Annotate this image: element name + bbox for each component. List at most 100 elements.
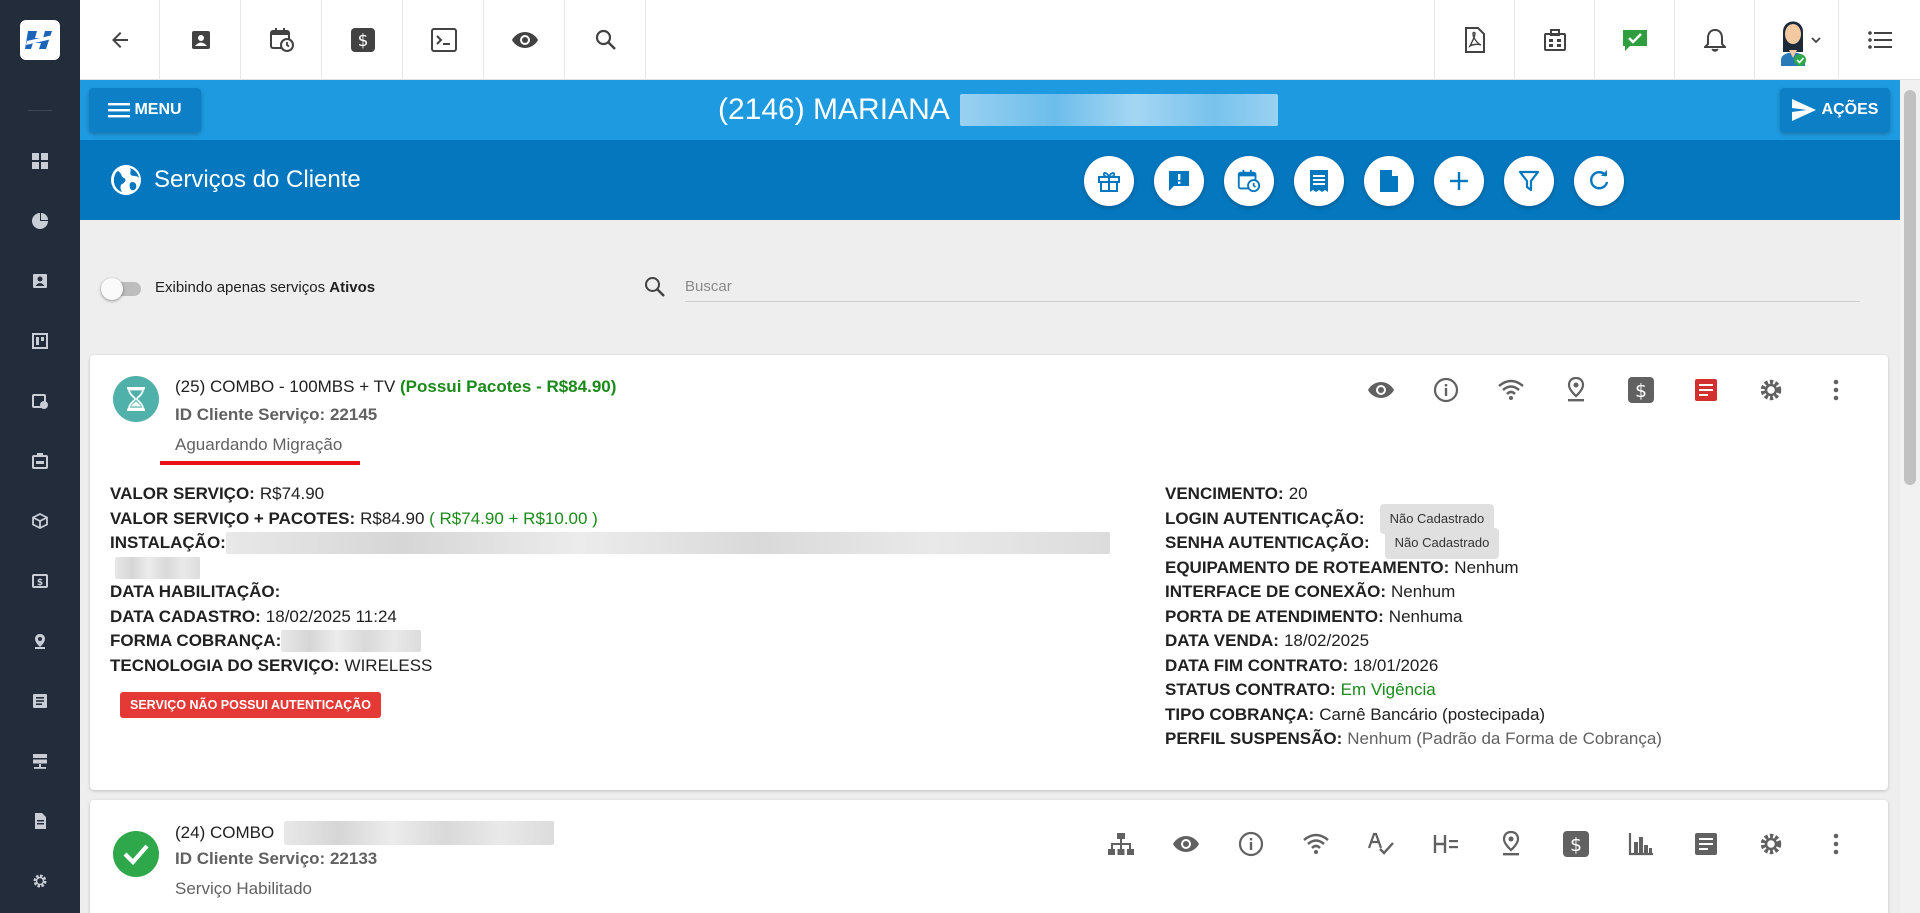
settings-gear-icon[interactable]: [30, 871, 50, 891]
kanban-board-icon[interactable]: [30, 331, 50, 351]
gift-button[interactable]: [1084, 156, 1134, 206]
approved-tasks-button[interactable]: [1594, 0, 1674, 80]
eye-icon: [1368, 382, 1394, 398]
service-location-button[interactable]: [1496, 829, 1526, 859]
calendar-clock-icon[interactable]: [30, 391, 50, 411]
package-box-icon[interactable]: [30, 511, 50, 531]
service-info-button[interactable]: [1236, 829, 1266, 859]
status-contrato-label: STATUS CONTRATO:: [1165, 680, 1336, 699]
document-button[interactable]: [1364, 156, 1414, 206]
eye-icon: [1173, 836, 1199, 852]
scrollbar-thumb[interactable]: [1904, 90, 1916, 485]
valor-pacotes-value: R$84.90: [360, 508, 425, 528]
actions-button[interactable]: AÇÕES: [1780, 88, 1890, 132]
user-menu-button[interactable]: [1754, 0, 1838, 80]
view-service-button[interactable]: [1366, 375, 1396, 405]
hamburger-icon: [108, 103, 131, 118]
no-authentication-badge: SERVIÇO NÃO POSSUI AUTENTICAÇÃO: [120, 692, 381, 718]
service-billing-button[interactable]: $: [1626, 375, 1656, 405]
instalacao-row: INSTALAÇÃO:: [110, 531, 1110, 556]
funnel-icon: [1518, 170, 1540, 192]
terminal-button[interactable]: [404, 0, 484, 80]
svg-text:$: $: [37, 578, 43, 588]
search-icon: [643, 275, 667, 299]
interface-label: INTERFACE DE CONEXÃO:: [1165, 582, 1387, 601]
tecnologia-value: WIRELESS: [344, 655, 433, 675]
dashboard-icon[interactable]: [30, 151, 50, 171]
service-details-right: VENCIMENTO: 20 LOGIN AUTENTICAÇÃO: Não Cad…: [1165, 482, 1865, 752]
network-topology-button[interactable]: [1106, 829, 1136, 859]
info-icon: [1238, 831, 1264, 857]
service-more-button[interactable]: [1821, 375, 1851, 405]
service-settings-button[interactable]: [1756, 829, 1786, 859]
pdf-button[interactable]: [1434, 0, 1514, 80]
service-status: Serviço Habilitado: [175, 879, 313, 898]
contact-button[interactable]: [161, 0, 241, 80]
equipamento-label: EQUIPAMENTO DE ROTEAMENTO:: [1165, 557, 1450, 577]
redacted-address-cont: [115, 556, 200, 579]
service-title: (25) COMBO - 100MBS + TV (Possui Pacotes…: [175, 377, 616, 397]
service-location-button[interactable]: [1561, 375, 1591, 405]
search-button[interactable]: [566, 0, 646, 80]
forma-cobranca-row: FORMA COBRANÇA:: [110, 629, 1110, 654]
equipamento-row: EQUIPAMENTO DE ROTEAMENTO: Nenhum: [1165, 556, 1865, 581]
logo-container[interactable]: [0, 0, 80, 80]
schedule-button[interactable]: [242, 0, 322, 80]
sitemap-icon: [1108, 833, 1134, 855]
pie-chart-icon[interactable]: [30, 211, 50, 231]
view-service-button[interactable]: [1171, 829, 1201, 859]
client-header-bar: MENU (2146) MARIANA AÇÕES: [80, 80, 1900, 140]
redacted-billing-method: [281, 630, 422, 653]
service-billing-button[interactable]: $: [1561, 829, 1591, 859]
wifi-status-button[interactable]: [1496, 375, 1526, 405]
calendar-badge-icon[interactable]: [30, 451, 50, 471]
list-document-icon[interactable]: [30, 691, 50, 711]
notifications-button[interactable]: [1674, 0, 1754, 80]
menu-button[interactable]: MENU: [89, 88, 201, 132]
hdd-button[interactable]: [1431, 829, 1461, 859]
pdf-file-icon: [1464, 27, 1485, 53]
eye-icon: [511, 32, 538, 48]
add-service-button[interactable]: [1434, 156, 1484, 206]
wifi-status-button[interactable]: [1301, 829, 1331, 859]
alert-message-button[interactable]: [1154, 156, 1204, 206]
consumption-chart-button[interactable]: [1626, 829, 1656, 859]
contact-card-icon[interactable]: [30, 271, 50, 291]
file-text-icon[interactable]: [30, 811, 50, 831]
schedule-service-button[interactable]: [1224, 156, 1274, 206]
app-logo: [20, 20, 60, 60]
page-scrollbar[interactable]: [1900, 80, 1920, 913]
list-menu-button[interactable]: [1838, 0, 1920, 80]
service-settings-button[interactable]: [1756, 375, 1786, 405]
dollar-box-icon: $: [350, 28, 375, 52]
h-equals-icon: [1433, 835, 1458, 853]
billing-dollar-icon[interactable]: $: [30, 571, 50, 591]
dollar-box-icon: $: [1563, 831, 1589, 857]
back-button[interactable]: [80, 0, 160, 80]
refresh-button[interactable]: [1574, 156, 1624, 206]
tipo-cobranca-value: Carnê Bancário (postecipada): [1319, 704, 1546, 724]
receipt-button[interactable]: [1294, 156, 1344, 206]
building-button[interactable]: [1514, 0, 1594, 80]
valor-servico-label: VALOR SERVIÇO:: [110, 484, 255, 503]
service-notes-button[interactable]: [1691, 829, 1721, 859]
view-button[interactable]: [485, 0, 565, 80]
plus-icon: [1450, 172, 1468, 190]
map-pin-icon[interactable]: [30, 631, 50, 651]
search-input[interactable]: [685, 272, 1860, 302]
notes-icon: [1695, 833, 1717, 855]
server-icon[interactable]: [30, 751, 50, 771]
service-more-button[interactable]: [1821, 829, 1851, 859]
tecnologia-row: TECNOLOGIA DO SERVIÇO: WIRELESS: [110, 654, 1110, 679]
service-info-button[interactable]: [1431, 375, 1461, 405]
senha-label: SENHA AUTENTICAÇÃO:: [1165, 533, 1370, 552]
perfil-suspensao-row: PERFIL SUSPENSÃO: Nenhum (Padrão da Forma…: [1165, 727, 1865, 752]
service-notes-button[interactable]: [1691, 375, 1721, 405]
active-services-toggle[interactable]: [101, 278, 145, 300]
spellcheck-button[interactable]: [1366, 829, 1396, 859]
filter-button[interactable]: [1504, 156, 1554, 206]
arrow-left-icon: [111, 32, 128, 48]
valor-servico-row: VALOR SERVIÇO: R$74.90: [110, 482, 1110, 507]
financial-button[interactable]: $: [323, 0, 403, 80]
data-fim-label: DATA FIM CONTRATO:: [1165, 655, 1349, 675]
